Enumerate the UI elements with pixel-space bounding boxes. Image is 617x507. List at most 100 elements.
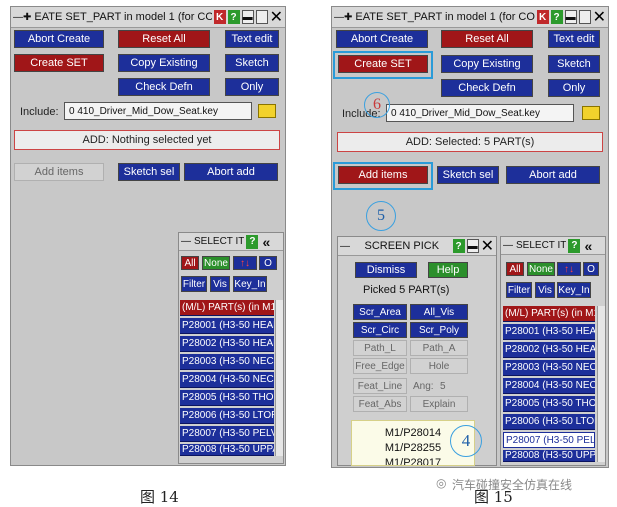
left-minimize-icon[interactable]: ▬ (241, 10, 254, 24)
right-sketch-sel-button[interactable]: Sketch sel (437, 166, 499, 184)
right-list-header: (M/L) PART(s) (in M1) (503, 306, 595, 322)
right-maximize-icon[interactable] (578, 10, 591, 24)
right-include-field[interactable]: 0 410_Driver_Mid_Dow_Seat.key (386, 104, 574, 122)
screen-pick-title: SCREEN PICK (364, 240, 440, 252)
scr-circ-button[interactable]: Scr_Circ (353, 322, 407, 338)
left-list-scrollbar[interactable] (275, 300, 283, 456)
right-key-in-button[interactable]: Key_In (557, 282, 591, 298)
left-list-item[interactable]: P28006 (H3-50 LTOR (180, 408, 274, 424)
right-folder-icon[interactable] (582, 106, 600, 120)
scr-poly-button[interactable]: Scr_Poly (410, 322, 468, 338)
right-list-item[interactable]: P28001 (H3-50 HEAD (503, 324, 595, 340)
right-list-item[interactable]: P28003 (H3-50 NECK (503, 360, 595, 376)
explain-button[interactable]: Explain (410, 396, 468, 412)
right-select-menu-icon[interactable]: — (503, 240, 513, 251)
scr-area-button[interactable]: Scr_Area (353, 304, 407, 320)
right-close-icon[interactable]: ✕ (593, 9, 606, 26)
left-close-icon[interactable]: ✕ (270, 9, 283, 26)
left-window-menu-icon[interactable]: — (13, 12, 23, 23)
right-window-move-icon[interactable]: ✚ (344, 12, 352, 23)
dismiss-button[interactable]: Dismiss (355, 262, 417, 278)
left-create-set-button[interactable]: Create SET (14, 54, 104, 72)
feat-abs-button[interactable]: Feat_Abs (353, 396, 407, 412)
left-sort-icon[interactable]: ↑↓ (233, 256, 257, 270)
path-a-button[interactable]: Path_A (410, 340, 468, 356)
left-check-defn-button[interactable]: Check Defn (118, 78, 210, 96)
right-copy-existing-button[interactable]: Copy Existing (441, 55, 533, 73)
right-abort-create-button[interactable]: Abort Create (336, 30, 428, 48)
left-list-header: (M/L) PART(s) (in M1) (180, 300, 274, 316)
left-copy-existing-button[interactable]: Copy Existing (118, 54, 210, 72)
right-list-scrollbar[interactable] (597, 306, 605, 462)
left-list-item[interactable]: P28008 (H3-50 UPPA (180, 444, 274, 456)
left-include-field[interactable]: 0 410_Driver_Mid_Dow_Seat.key (64, 102, 252, 120)
left-window-move-icon[interactable]: ✚ (23, 12, 31, 23)
right-select-all-button[interactable]: All (506, 262, 524, 276)
right-abort-add-button[interactable]: Abort add (506, 166, 600, 184)
right-list-item-selected[interactable]: P28007 (H3-50 PELVI (503, 432, 595, 448)
left-help-button[interactable]: ? (227, 10, 240, 24)
right-help-button[interactable]: ? (550, 10, 563, 24)
right-list-item[interactable]: P28004 (H3-50 NECK (503, 378, 595, 394)
left-reset-all-button[interactable]: Reset All (118, 30, 210, 48)
right-k-button[interactable]: K (536, 10, 549, 24)
all-vis-button[interactable]: All_Vis (410, 304, 468, 320)
left-sketch-sel-button[interactable]: Sketch sel (118, 163, 180, 181)
right-select-help-button[interactable]: ? (568, 238, 581, 253)
right-list-item[interactable]: P28002 (H3-50 HEAD (503, 342, 595, 358)
left-select-all-button[interactable]: All (181, 256, 199, 270)
right-list-item[interactable]: P28005 (H3-50 THOR (503, 396, 595, 412)
left-list-item[interactable]: P28003 (H3-50 NECK (180, 354, 274, 370)
picked-list-item[interactable]: M1/P28017 (352, 457, 474, 465)
free-edge-button[interactable]: Free_Edge (353, 358, 407, 374)
left-only-dropdown[interactable]: Only (225, 78, 279, 96)
right-text-edit-button[interactable]: Text edit (548, 30, 600, 48)
left-list-item[interactable]: P28002 (H3-50 HEAD (180, 336, 274, 352)
left-select-menu-icon[interactable]: — (181, 236, 191, 247)
left-vis-button[interactable]: Vis (210, 276, 230, 292)
left-list-item[interactable]: P28005 (H3-50 THOR (180, 390, 274, 406)
right-select-collapse-icon[interactable]: « (582, 238, 594, 254)
screen-pick-menu-icon[interactable]: — (340, 241, 350, 252)
right-create-set-button[interactable]: Create SET (338, 55, 428, 73)
right-filter-button[interactable]: Filter (506, 282, 532, 298)
right-only-dropdown[interactable]: Only (548, 79, 600, 97)
screen-pick-close-icon[interactable]: ✕ (481, 238, 494, 255)
left-add-items-button[interactable]: Add items (14, 163, 104, 181)
angle-value[interactable]: 5 (440, 381, 446, 392)
left-folder-icon[interactable] (258, 104, 276, 118)
right-sketch-button[interactable]: Sketch (548, 55, 600, 73)
screen-pick-minimize-icon[interactable]: ▬ (466, 239, 479, 253)
left-k-button[interactable]: K (213, 10, 226, 24)
feat-line-button[interactable]: Feat_Line (353, 378, 407, 394)
left-list-item[interactable]: P28007 (H3-50 PELVI (180, 426, 274, 442)
right-select-none-button[interactable]: None (527, 262, 555, 276)
screen-pick-help-icon[interactable]: ? (452, 239, 465, 253)
right-sort-icon[interactable]: ↑↓ (557, 262, 581, 276)
left-list-item[interactable]: P28004 (H3-50 NECK (180, 372, 274, 388)
right-minimize-icon[interactable]: ▬ (564, 10, 577, 24)
left-abort-create-button[interactable]: Abort Create (14, 30, 104, 48)
hole-button[interactable]: Hole (410, 358, 468, 374)
left-key-in-button[interactable]: Key_In (233, 276, 267, 292)
left-text-edit-button[interactable]: Text edit (225, 30, 279, 48)
right-list-item[interactable]: P28006 (H3-50 LTOR (503, 414, 595, 430)
left-select-collapse-icon[interactable]: « (260, 234, 272, 250)
right-list-item[interactable]: P28008 (H3-50 UPPA (503, 450, 595, 462)
left-list-item[interactable]: P28001 (H3-50 HEAD (180, 318, 274, 334)
left-filter-button[interactable]: Filter (181, 276, 207, 292)
right-reset-all-button[interactable]: Reset All (441, 30, 533, 48)
left-options-button[interactable]: O (259, 256, 277, 270)
right-add-items-button[interactable]: Add items (338, 166, 428, 184)
left-abort-add-button[interactable]: Abort add (184, 163, 278, 181)
screen-pick-help-button[interactable]: Help (428, 262, 468, 278)
path-l-button[interactable]: Path_L (353, 340, 407, 356)
left-select-none-button[interactable]: None (202, 256, 230, 270)
right-check-defn-button[interactable]: Check Defn (441, 79, 533, 97)
right-vis-button[interactable]: Vis (535, 282, 555, 298)
left-sketch-button[interactable]: Sketch (225, 54, 279, 72)
left-maximize-icon[interactable] (255, 10, 268, 24)
right-window-menu-icon[interactable]: — (334, 12, 344, 23)
right-options-button[interactable]: O (583, 262, 599, 276)
left-select-help-button[interactable]: ? (246, 234, 259, 249)
